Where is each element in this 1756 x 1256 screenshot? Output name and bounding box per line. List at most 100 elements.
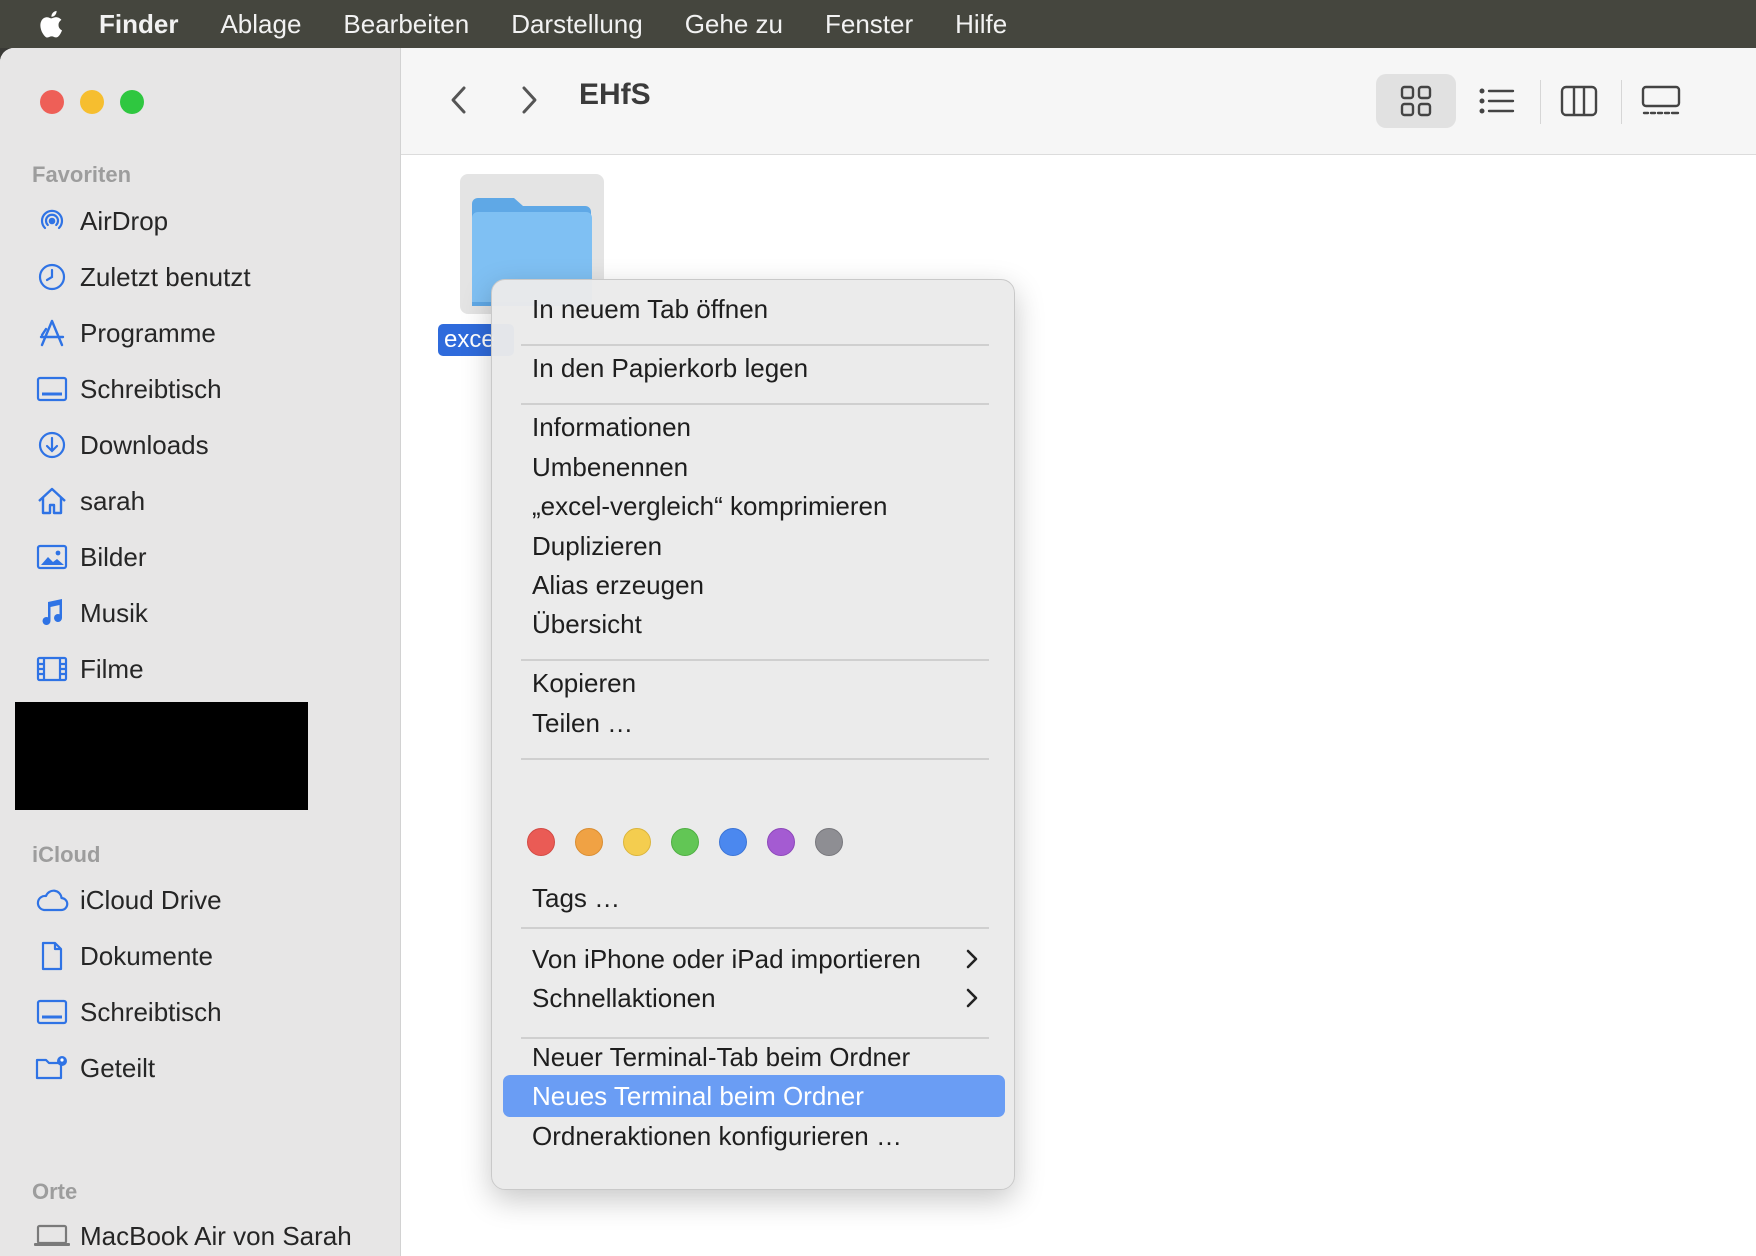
close-window-button[interactable] [40,90,64,114]
laptop-icon [32,1216,72,1256]
menu-item-get-info[interactable]: Informationen [503,406,1005,448]
sidebar-item-label: Musik [80,597,148,628]
menu-hilfe[interactable]: Hilfe [934,0,1028,48]
airdrop-icon [32,201,72,241]
sidebar-item-home[interactable]: sarah [32,479,382,523]
zoom-window-button[interactable] [120,90,144,114]
sidebar-item-icloud-desktop[interactable]: Schreibtisch [32,990,382,1034]
sidebar-item-movies[interactable]: Filme [32,647,382,691]
tag-blue[interactable] [719,828,747,856]
sidebar-item-desktop[interactable]: Schreibtisch [32,367,382,411]
sidebar-item-label: Downloads [80,429,209,460]
menu-item-import-from-iphone[interactable]: Von iPhone oder iPad importieren [503,938,1005,980]
menu-item-label: Übersicht [532,608,642,639]
menu-separator [521,659,989,661]
menu-item-label: In neuem Tab öffnen [532,293,769,324]
menu-item-open-in-new-tab[interactable]: In neuem Tab öffnen [503,288,1005,330]
menu-item-label: Von iPhone oder iPad importieren [532,943,921,974]
menu-item-tags[interactable]: Tags … [503,877,1005,919]
minimize-window-button[interactable] [80,90,104,114]
forward-button[interactable] [507,78,551,122]
menu-item-label: Alias erzeugen [532,569,704,600]
chevron-right-icon [966,949,978,969]
menu-item-label: Neues Terminal beim Ordner [532,1080,864,1111]
menu-item-label: Neuer Terminal-Tab beim Ordner [532,1041,911,1072]
document-icon [32,936,72,976]
menu-item-label: Teilen … [532,707,634,738]
menu-item-move-to-trash[interactable]: In den Papierkorb legen [503,347,1005,389]
menu-separator [521,758,989,760]
sidebar-item-label: AirDrop [80,205,169,236]
menu-item-rename[interactable]: Umbenennen [503,446,1005,488]
sidebar-item-macbook[interactable]: MacBook Air von Sarah [32,1214,382,1256]
menu-item-quick-actions[interactable]: Schnellaktionen [503,977,1005,1019]
sidebar-item-label: sarah [80,485,146,516]
sidebar-item-label: Schreibtisch [80,373,222,404]
menu-item-label: In den Papierkorb legen [532,352,809,383]
menu-darstellung[interactable]: Darstellung [490,0,664,48]
tag-green[interactable] [671,828,699,856]
sidebar-item-icloud-drive[interactable]: iCloud Drive [32,878,382,922]
tag-purple[interactable] [767,828,795,856]
sidebar-heading-places: Orte [32,1179,78,1204]
toolbar: EHfS [401,48,1756,155]
back-button[interactable] [437,78,481,122]
menu-item-copy[interactable]: Kopieren [503,662,1005,704]
sidebar-item-recents[interactable]: Zuletzt benutzt [32,255,382,299]
shared-folder-icon [32,1048,72,1088]
sidebar-item-airdrop[interactable]: AirDrop [32,199,382,243]
desktop-icon [32,992,72,1032]
window-title: EHfS [579,78,651,111]
sidebar-item-label: Geteilt [80,1052,156,1083]
menu-item-quick-look[interactable]: Übersicht [503,603,1005,645]
menu-item-folder-actions[interactable]: Ordneraktionen konfigurieren … [503,1115,1005,1157]
menu-item-label: Informationen [532,411,691,442]
sidebar-item-documents[interactable]: Dokumente [32,934,382,978]
home-icon [32,481,72,521]
menu-ablage[interactable]: Ablage [199,0,322,48]
menu-gehe-zu[interactable]: Gehe zu [664,0,804,48]
menu-item-share[interactable]: Teilen … [503,702,1005,744]
sidebar-item-label: MacBook Air von Sarah [80,1220,352,1251]
sidebar-item-label: Bilder [80,541,147,572]
menu-fenster[interactable]: Fenster [804,0,934,48]
tag-gray[interactable] [815,828,843,856]
film-icon [32,649,72,689]
tag-red[interactable] [527,828,555,856]
menu-item-label: Tags … [532,882,621,913]
menu-finder[interactable]: Finder [78,0,199,48]
menu-item-new-terminal[interactable]: Neues Terminal beim Ordner [503,1075,1005,1117]
menu-item-duplicate[interactable]: Duplizieren [503,525,1005,567]
sidebar-item-downloads[interactable]: Downloads [32,423,382,467]
menu-item-label: Duplizieren [532,530,663,561]
sidebar-item-pictures[interactable]: Bilder [32,535,382,579]
sidebar-item-shared[interactable]: Geteilt [32,1046,382,1090]
menu-item-label: Umbenennen [532,451,689,482]
sidebar-item-applications[interactable]: Programme [32,311,382,355]
menu-bar: Finder Ablage Bearbeiten Darstellung Geh… [0,0,1756,48]
sidebar-item-label: Zuletzt benutzt [80,261,251,292]
sidebar-item-label: Schreibtisch [80,996,222,1027]
gallery-icon [1641,85,1681,115]
redacted-area [15,702,308,810]
gallery-view-button[interactable] [1621,74,1701,128]
icon-view-button[interactable] [1376,74,1456,128]
sidebar-item-music[interactable]: Musik [32,591,382,635]
menu-item-compress[interactable]: „excel-vergleich“ komprimieren [503,485,1005,527]
music-icon [32,593,72,633]
desktop-icon [32,369,72,409]
menu-item-make-alias[interactable]: Alias erzeugen [503,564,1005,606]
finder-window: Favoriten AirDrop Zuletzt benutzt Progra… [0,48,1756,1256]
sidebar-item-label: Programme [80,317,216,348]
apps-icon [32,313,72,353]
sidebar-item-label: Dokumente [80,940,213,971]
menu-bearbeiten[interactable]: Bearbeiten [322,0,490,48]
column-view-button[interactable] [1539,74,1619,128]
tag-yellow[interactable] [623,828,651,856]
apple-menu-icon[interactable] [26,0,78,48]
chevron-left-icon [451,86,466,114]
chevron-right-icon [522,86,537,114]
list-view-button[interactable] [1457,74,1537,128]
tag-orange[interactable] [575,828,603,856]
menu-item-new-terminal-tab[interactable]: Neuer Terminal-Tab beim Ordner [503,1036,1005,1078]
